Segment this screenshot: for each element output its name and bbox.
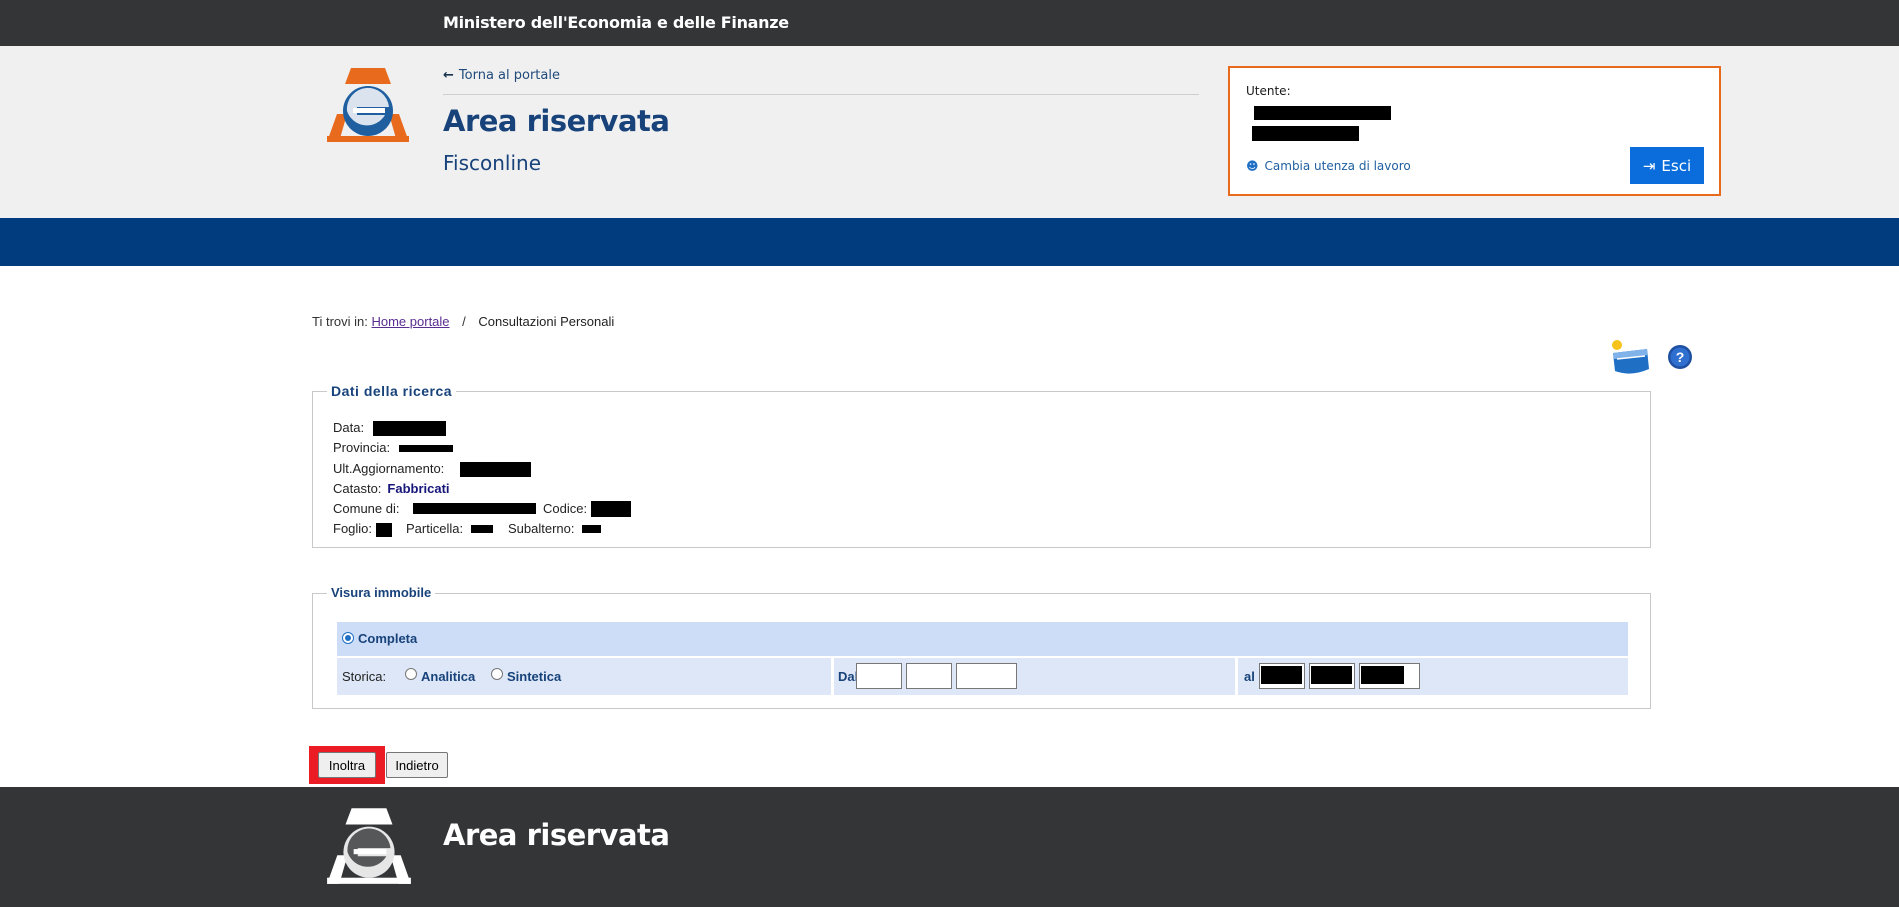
- catasto-value: Fabbricati: [387, 480, 450, 496]
- redacted-comune-value: [413, 503, 536, 515]
- back-to-portal-label: Torna al portale: [458, 68, 560, 83]
- provincia-row: Provincia:: [333, 438, 453, 458]
- redacted-ult-aggiornamento-value: [460, 461, 531, 477]
- catasto-row: Catasto: Fabbricati: [333, 479, 450, 499]
- submit-button[interactable]: Inoltra: [318, 752, 376, 778]
- logout-button[interactable]: ⇥ Esci: [1630, 147, 1704, 184]
- change-utenza-label: Cambia utenza di lavoro: [1264, 159, 1411, 173]
- basket-icon[interactable]: [1609, 339, 1651, 377]
- arrow-left-icon: ←: [443, 68, 454, 83]
- foglio-label: Foglio:: [333, 521, 373, 537]
- back-button[interactable]: Indietro: [386, 752, 448, 778]
- subalterno-label: Subalterno:: [508, 521, 575, 537]
- analitica-radio[interactable]: [405, 668, 417, 680]
- redacted-foglio-value: [376, 523, 392, 538]
- storica-cell: Storica: Analitica Sintetica: [337, 658, 831, 695]
- analitica-label: Analitica: [421, 669, 476, 684]
- sign-out-icon: ⇥: [1642, 156, 1656, 175]
- data-label: Data:: [333, 420, 365, 435]
- search-data-legend: Dati della ricerca: [327, 383, 457, 399]
- breadcrumb: Ti trovi in: Home portale / Consultazion…: [312, 314, 614, 329]
- al-year-input[interactable]: [1359, 663, 1420, 689]
- particella-label: Particella:: [406, 521, 464, 537]
- redacted-particella-value: [471, 525, 493, 534]
- redacted-data-value: [373, 421, 446, 436]
- ult-aggiornamento-row: Ult.Aggiornamento:: [333, 459, 531, 479]
- user-panel: Utente: ☻ Cambia utenza di lavoro ⇥ Esci: [1228, 66, 1721, 196]
- dal-year-input[interactable]: [956, 663, 1017, 689]
- dal-day-input[interactable]: [856, 663, 902, 689]
- visura-legend: Visura immobile: [327, 585, 436, 600]
- breadcrumb-prefix: Ti trovi in:: [312, 314, 368, 329]
- breadcrumb-home-link[interactable]: Home portale: [371, 314, 449, 329]
- dal-month-input[interactable]: [906, 663, 952, 689]
- header-divider: [443, 94, 1199, 95]
- page-title: Area riservata: [443, 104, 670, 138]
- help-icon[interactable]: ?: [1667, 344, 1693, 370]
- search-data-fieldset: Dati della ricerca Data: Provincia: Ult.…: [312, 383, 1651, 548]
- redacted-codice-value: [591, 501, 631, 518]
- comune-label: Comune di:: [333, 501, 400, 517]
- completa-row: Completa: [337, 622, 1628, 656]
- catasto-label: Catasto:: [333, 480, 382, 496]
- svg-text:?: ?: [1676, 349, 1685, 365]
- redacted-user-id: [1252, 126, 1359, 141]
- redacted-al-day: [1261, 666, 1302, 684]
- visura-fieldset: Visura immobile Completa Storica: Analit…: [312, 585, 1651, 709]
- al-label: al: [1244, 669, 1255, 684]
- provincia-label: Provincia:: [333, 440, 391, 456]
- redacted-subalterno-value: [582, 525, 601, 534]
- redacted-provincia-value: [399, 445, 453, 453]
- completa-label: Completa: [358, 631, 418, 646]
- logout-label: Esci: [1661, 156, 1692, 175]
- comune-row: Comune di: Codice:: [333, 499, 631, 519]
- al-cell: al: [1238, 658, 1628, 695]
- redacted-al-month: [1311, 666, 1352, 684]
- page-subtitle: Fisconline: [443, 151, 542, 175]
- redacted-al-year: [1361, 666, 1404, 684]
- al-month-input[interactable]: [1309, 663, 1355, 689]
- ult-aggiornamento-label: Ult.Aggiornamento:: [333, 460, 445, 476]
- al-day-input[interactable]: [1259, 663, 1305, 689]
- footer: [0, 787, 1899, 907]
- users-icon: ☻: [1246, 159, 1259, 173]
- breadcrumb-separator: /: [462, 314, 466, 329]
- storica-row: Storica: Analitica Sintetica Dal al: [337, 658, 1628, 695]
- footer-title: Area riservata: [443, 818, 670, 852]
- agenzia-entrate-logo: [327, 68, 409, 142]
- sintetica-radio[interactable]: [491, 668, 503, 680]
- breadcrumb-current: Consultazioni Personali: [478, 314, 615, 329]
- navigation-bar: [0, 218, 1899, 266]
- dal-cell: Dal: [834, 658, 1235, 695]
- foglio-row: Foglio: Particella: Subalterno:: [333, 519, 601, 539]
- data-row: Data:: [333, 418, 450, 438]
- redacted-user-name: [1254, 106, 1391, 120]
- storica-label: Storica:: [342, 669, 387, 684]
- ministry-name: Ministero dell'Economia e delle Finanze: [443, 13, 789, 32]
- back-to-portal-link[interactable]: ← Torna al portale: [443, 68, 560, 83]
- ministry-bar: Ministero dell'Economia e delle Finanze: [0, 0, 1899, 46]
- user-label: Utente:: [1246, 84, 1291, 98]
- completa-radio[interactable]: [342, 632, 354, 644]
- change-utenza-link[interactable]: ☻ Cambia utenza di lavoro: [1246, 159, 1411, 173]
- sintetica-label: Sintetica: [507, 669, 562, 684]
- footer-logo: [327, 808, 411, 884]
- codice-label: Codice:: [543, 501, 588, 517]
